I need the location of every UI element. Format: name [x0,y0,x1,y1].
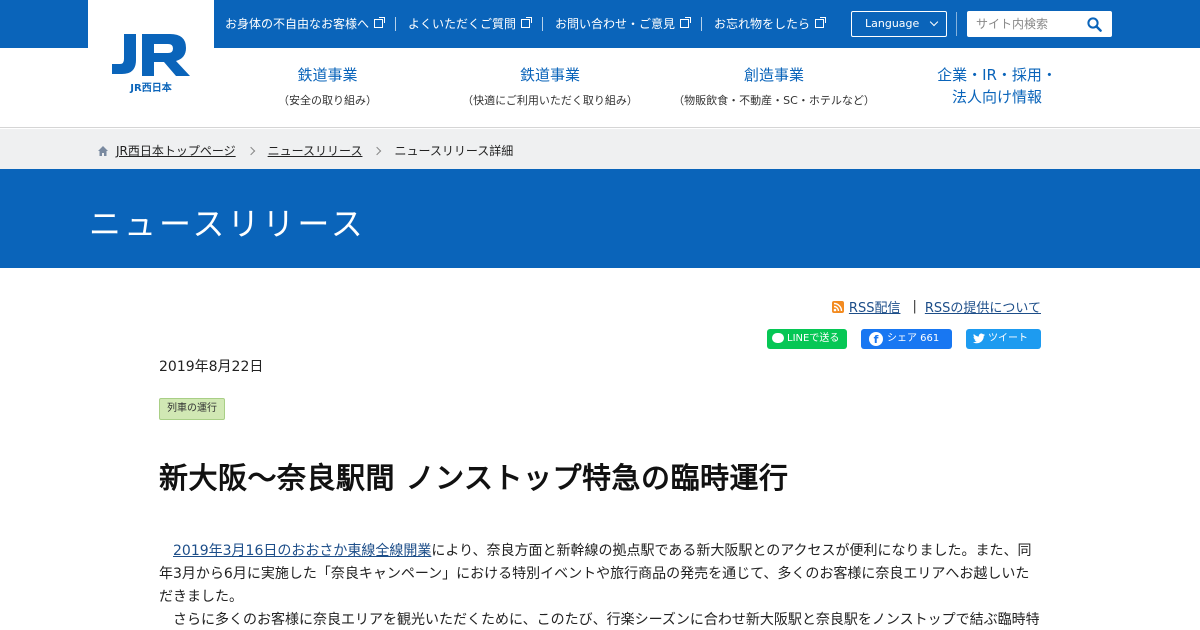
search-icon[interactable] [1087,17,1102,32]
divider [542,16,544,31]
nav-railway-comfort[interactable]: 鉄道事業 （快適にご利用いただく取り組み） [450,64,650,108]
rss-feed-link[interactable]: RSS配信 [849,297,901,316]
tweet-label: ツイート [988,333,1028,344]
breadcrumb-current: ニュースリリース詳細 [394,144,514,158]
breadcrumb-news-link[interactable]: ニュースリリース [268,142,363,159]
accessibility-link[interactable]: お身体の不自由なお客様へ [225,15,386,32]
main-navigation: 鉄道事業 （安全の取り組み） 鉄道事業 （快適にご利用いただく取り組み） 創造事… [0,48,1200,128]
article-title: 新大阪～奈良駅間 ノンストップ特急の臨時運行 [159,461,789,495]
language-label: Language [865,17,920,30]
page-title: ニュースリリース [89,205,366,243]
line-share-label: LINEで送る [787,333,840,344]
chevron-right-icon [373,146,382,155]
divider [701,16,703,31]
category-tag: 列車の運行 [159,398,225,420]
external-link-icon [374,17,386,28]
nav-subtitle: （物販飲食・不動産・SC・ホテルなど） [673,94,875,107]
home-icon [98,145,108,156]
chevron-right-icon [246,146,255,155]
utility-links: お身体の不自由なお客様へ よくいただくご質問 お問い合わせ・ご意見 お忘れ物をし… [225,15,827,32]
facebook-share-button[interactable]: f シェア 661 [861,329,952,349]
rss-icon [831,300,844,313]
article-date: 2019年8月22日 [159,359,264,375]
breadcrumb: JR西日本トップページ ニュースリリース ニュースリリース詳細 [0,129,1200,169]
nav-railway-safety[interactable]: 鉄道事業 （安全の取り組み） [260,64,395,108]
nav-subtitle: （安全の取り組み） [278,94,377,107]
breadcrumb-home-link[interactable]: JR西日本トップページ [116,142,236,159]
tweet-button[interactable]: ツイート [966,329,1041,349]
external-link-icon [680,17,692,28]
line-icon [772,333,784,343]
divider: | [912,299,917,314]
page-hero: ニュースリリース [0,169,1200,268]
article-paragraph: 2019年3月16日のおおさか東線全線開業により、奈良方面と新幹線の拠点駅である… [159,540,1041,609]
nav-title: 企業・IR・採用・ [937,66,1057,84]
search-input[interactable] [967,11,1077,37]
line-share-button[interactable]: LINEで送る [767,329,847,349]
language-select[interactable]: Language [851,11,947,37]
site-search [967,11,1112,37]
accessibility-link-label: お身体の不自由なお客様へ [225,17,370,31]
nav-corporate-ir[interactable]: 企業・IR・採用・ 法人向け情報 [922,64,1072,108]
lost-items-link-label: お忘れ物をしたら [714,17,811,31]
nav-subtitle: （快適にご利用いただく取り組み） [462,94,638,107]
external-link-icon [521,17,533,28]
nav-creation-business[interactable]: 創造事業 （物販飲食・不動産・SC・ホテルなど） [664,64,884,108]
divider [956,12,957,36]
faq-link[interactable]: よくいただくご質問 [408,15,533,32]
lost-items-link[interactable]: お忘れ物をしたら [714,15,827,32]
twitter-bird-icon [973,333,985,344]
paragraph-text: さらに多くのお客様に奈良エリアを観光いただくために、このたび、行楽シーズンに合わ… [173,612,1040,628]
nav-title: 鉄道事業 [297,66,358,84]
external-link-icon [815,17,827,28]
nav-title: 鉄道事業 [519,66,580,84]
divider [395,16,397,31]
facebook-share-label: シェア 661 [887,333,940,344]
rss-links: RSS配信 | RSSの提供について [831,297,1041,316]
article-paragraph: さらに多くのお客様に奈良エリアを観光いただくために、このたび、行楽シーズンに合わ… [159,609,1041,630]
osaka-higashi-line-link[interactable]: 2019年3月16日のおおさか東線全線開業 [173,543,431,559]
facebook-icon: f [869,332,883,346]
contact-link[interactable]: お問い合わせ・ご意見 [555,15,692,32]
article-body: 2019年3月16日のおおさか東線全線開業により、奈良方面と新幹線の拠点駅である… [159,540,1041,630]
contact-link-label: お問い合わせ・ご意見 [555,17,676,31]
nav-title: 法人向け情報 [951,88,1042,106]
rss-about-link[interactable]: RSSの提供について [925,297,1041,316]
nav-title: 創造事業 [743,66,804,84]
faq-link-label: よくいただくご質問 [408,17,517,31]
chevron-down-icon [929,17,939,27]
